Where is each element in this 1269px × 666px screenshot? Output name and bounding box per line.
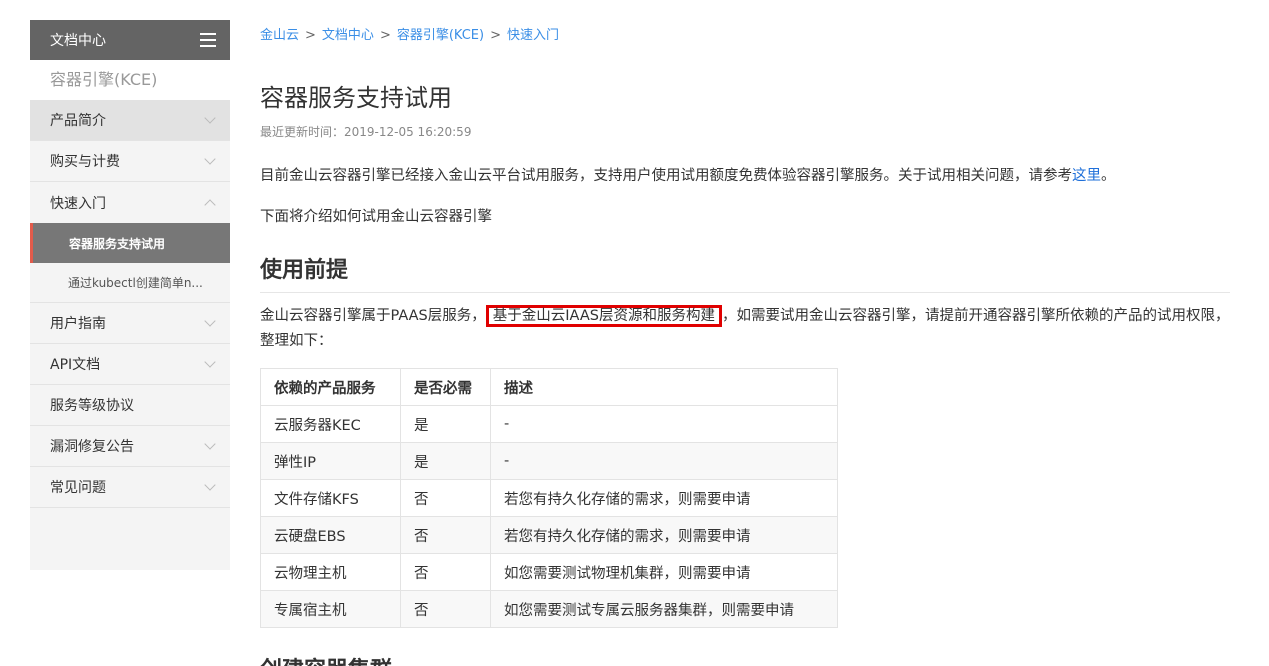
last-updated: 最近更新时间：2019-12-05 16:20:59 [260,125,472,139]
sidebar-item-label: 常见问题 [50,480,106,496]
chevron-down-icon [204,112,216,124]
sidebar-item-label: 用户指南 [50,316,106,332]
table-cell: 是 [400,442,491,480]
table-row: 专属宿主机 否 如您需要测试专属云服务器集群，则需要申请 [260,590,838,628]
table-cell: 是 [400,405,491,443]
chevron-down-icon [204,356,216,368]
breadcrumb-link[interactable]: 快速入门 [507,28,559,43]
table-row: 云硬盘EBS 否 若您有持久化存储的需求，则需要申请 [260,516,838,554]
sidebar-item-label: 服务等级协议 [50,398,134,414]
table-row: 云物理主机 否 如您需要测试物理机集群，则需要申请 [260,553,838,591]
table-header-row: 依赖的产品服务 是否必需 描述 [260,368,838,406]
intro-paragraph-2: 下面将介绍如何试用金山云容器引擎 [260,209,492,225]
chevron-up-icon [204,198,216,211]
table-cell: 文件存储KFS [260,479,401,517]
sidebar-item-sla[interactable]: 服务等级协议 [30,385,230,426]
table-cell: 否 [400,553,491,591]
sidebar-product-title: 容器引擎(KCE) [30,60,230,100]
table-cell: 如您需要测试专属云服务器集群，则需要申请 [490,590,838,628]
table-cell: - [490,442,838,480]
breadcrumb-link[interactable]: 文档中心 [322,28,374,43]
table-cell: 若您有持久化存储的需求，则需要申请 [490,479,838,517]
dependency-table: 依赖的产品服务 是否必需 描述 云服务器KEC 是 - 弹性IP 是 - 文件存… [260,368,838,628]
breadcrumb-separator: > [305,28,316,43]
sidebar: 文档中心 容器引擎(KCE) 产品简介 购买与计费 快速入门 容器服务支持试用 … [30,20,230,570]
table-cell: 云物理主机 [260,553,401,591]
page-title: 容器服务支持试用 [260,84,452,112]
sidebar-subitem-trial[interactable]: 容器服务支持试用 [30,223,230,263]
sidebar-header: 文档中心 [30,20,230,60]
chevron-down-icon [204,153,216,165]
table-cell: 如您需要测试物理机集群，则需要申请 [490,553,838,591]
breadcrumb-link[interactable]: 容器引擎(KCE) [397,28,484,43]
sidebar-item-purchase[interactable]: 购买与计费 [30,141,230,182]
sidebar-item-label: 快速入门 [50,195,106,212]
breadcrumb-link[interactable]: 金山云 [260,28,299,43]
breadcrumb-separator: > [379,28,391,43]
section-heading-prerequisites: 使用前提 [260,252,1230,293]
table-cell: 若您有持久化存储的需求，则需要申请 [490,516,838,554]
chevron-down-icon [204,315,216,327]
table-row: 弹性IP 是 - [260,442,838,480]
sidebar-item-quickstart[interactable]: 快速入门 [30,182,230,223]
table-row: 文件存储KFS 否 若您有持久化存储的需求，则需要申请 [260,479,838,517]
sidebar-item-label: 漏洞修复公告 [50,439,134,455]
table-cell: 否 [400,479,491,517]
sidebar-item-product-intro[interactable]: 产品简介 [30,100,230,141]
intro-paragraph: 目前金山云容器引擎已经接入金山云平台试用服务，支持用户使用试用额度免费体验容器引… [260,164,1116,185]
highlighted-text: 基于金山云IAAS层资源和服务构建 [485,305,722,327]
section-heading-create-cluster: 创建容器集群 [260,652,392,666]
table-cell: 云硬盘EBS [260,516,401,554]
sidebar-item-label: API文档 [50,357,101,373]
table-cell: 否 [400,516,491,554]
table-cell: 专属宿主机 [260,590,401,628]
chevron-down-icon [204,438,216,450]
table-cell: - [490,405,838,443]
chevron-down-icon [204,479,216,491]
sidebar-header-title: 文档中心 [50,33,106,49]
table-header: 描述 [490,368,838,406]
table-cell: 弹性IP [260,442,401,480]
sidebar-item-api-docs[interactable]: API文档 [30,344,230,385]
menu-icon[interactable] [200,33,216,47]
sidebar-item-user-guide[interactable]: 用户指南 [30,303,230,344]
intro-link[interactable]: 这里 [1072,168,1101,184]
sidebar-subitem-kubectl[interactable]: 通过kubectl创建简单n... [30,263,230,303]
intro-end: 。 [1101,168,1116,184]
sidebar-item-label: 产品简介 [50,113,106,129]
sidebar-item-faq[interactable]: 常见问题 [30,467,230,508]
intro-text: 目前金山云容器引擎已经接入金山云平台试用服务，支持用户使用试用额度免费体验容器引… [260,168,1072,184]
table-header: 依赖的产品服务 [260,368,401,406]
breadcrumb: 金山云 > 文档中心 > 容器引擎(KCE) > 快速入门 [260,24,559,43]
sidebar-item-label: 购买与计费 [50,154,120,170]
table-row: 云服务器KEC 是 - [260,405,838,443]
prereq-text-pre: 金山云容器引擎属于PAAS层服务， [260,308,486,324]
table-cell: 云服务器KEC [260,405,401,443]
sidebar-item-vuln-notices[interactable]: 漏洞修复公告 [30,426,230,467]
breadcrumb-separator: > [490,28,501,43]
prerequisites-paragraph: 金山云容器引擎属于PAAS层服务， 基于金山云IAAS层资源和服务构建 ，如需要试用… [260,304,1230,354]
table-cell: 否 [400,590,491,628]
table-header: 是否必需 [400,368,491,406]
